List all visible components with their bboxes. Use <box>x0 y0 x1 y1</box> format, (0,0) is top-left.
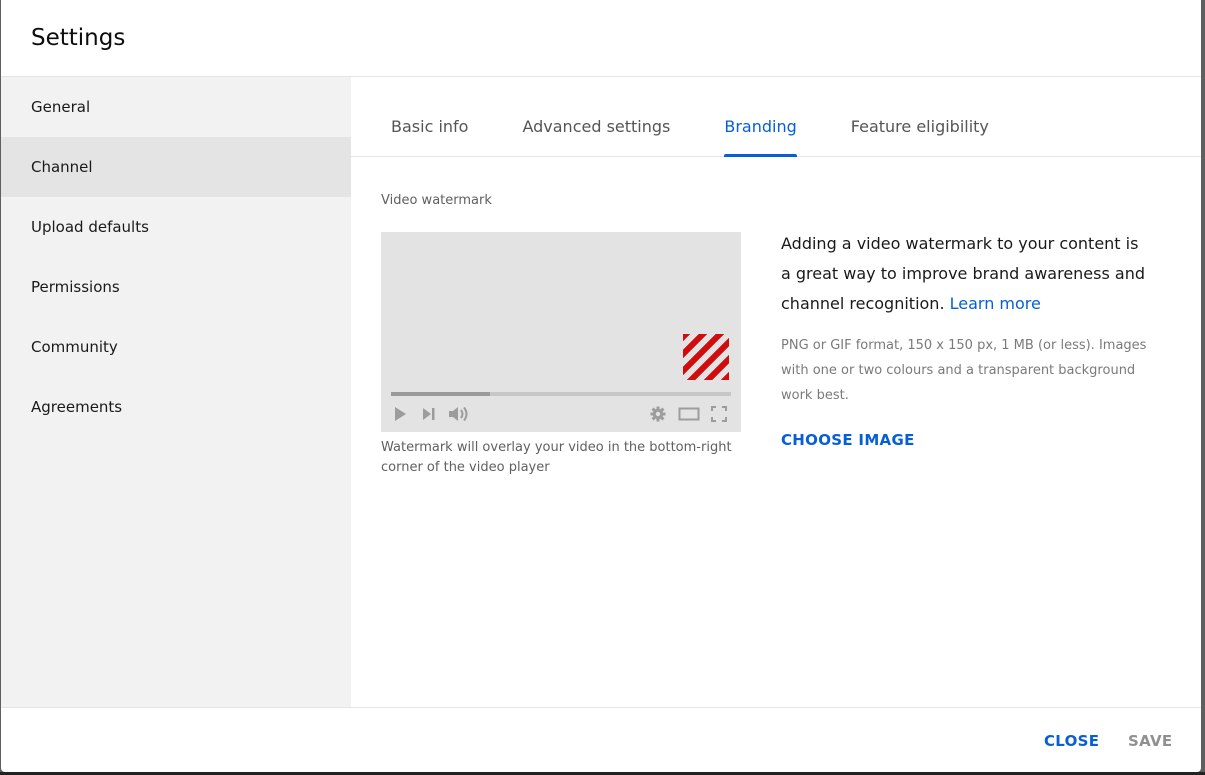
sidebar-item-general[interactable]: General <box>1 77 351 137</box>
channel-settings-content: Basic info Advanced settings Branding Fe… <box>351 77 1201 707</box>
watermark-caption: Watermark will overlay your video in the… <box>381 440 732 475</box>
tab-branding[interactable]: Branding <box>724 117 798 157</box>
dialog-body: General Channel Upload defaults Permissi… <box>1 77 1201 707</box>
close-button[interactable]: CLOSE <box>1044 732 1099 750</box>
tab-advanced-settings[interactable]: Advanced settings <box>522 117 670 156</box>
learn-more-link[interactable]: Learn more <box>950 294 1041 313</box>
settings-dialog: Settings General Channel Upload defaults… <box>1 0 1201 772</box>
file-requirements-hint: PNG or GIF format, 150 x 150 px, 1 MB (o… <box>781 338 1147 403</box>
sidebar-item-label: Channel <box>31 158 93 176</box>
next-icon <box>421 406 437 426</box>
sidebar-item-label: Community <box>31 338 118 356</box>
sidebar-item-upload-defaults[interactable]: Upload defaults <box>1 197 351 257</box>
tab-feature-eligibility[interactable]: Feature eligibility <box>851 117 989 156</box>
fullscreen-icon <box>711 406 727 426</box>
tab-basic-info[interactable]: Basic info <box>391 117 468 156</box>
watermark-preview <box>381 232 741 432</box>
sidebar-item-label: Agreements <box>31 398 123 416</box>
settings-sidebar: General Channel Upload defaults Permissi… <box>1 77 351 707</box>
dialog-title: Settings <box>31 25 126 51</box>
dialog-header: Settings <box>1 0 1201 77</box>
sidebar-item-community[interactable]: Community <box>1 317 351 377</box>
sidebar-item-label: Upload defaults <box>31 218 149 236</box>
sidebar-item-channel[interactable]: Channel <box>1 137 351 197</box>
sidebar-item-label: General <box>31 98 91 116</box>
player-controls <box>391 404 731 424</box>
gear-icon <box>650 406 666 426</box>
dialog-footer: CLOSE SAVE <box>1 707 1201 772</box>
watermark-description: Adding a video watermark to your content… <box>781 229 1151 319</box>
sidebar-item-label: Permissions <box>31 278 120 296</box>
theater-mode-icon <box>678 406 700 426</box>
choose-image-button[interactable]: CHOOSE IMAGE <box>781 431 915 449</box>
sidebar-item-permissions[interactable]: Permissions <box>1 257 351 317</box>
section-title-video-watermark: Video watermark <box>381 193 492 208</box>
sidebar-item-agreements[interactable]: Agreements <box>1 377 351 437</box>
save-button[interactable]: SAVE <box>1128 732 1172 750</box>
play-icon <box>393 406 407 426</box>
volume-icon <box>448 406 470 426</box>
progress-bar <box>391 392 731 396</box>
progress-fill <box>391 392 490 396</box>
watermark-placeholder <box>683 334 729 380</box>
tab-bar: Basic info Advanced settings Branding Fe… <box>351 77 1201 157</box>
